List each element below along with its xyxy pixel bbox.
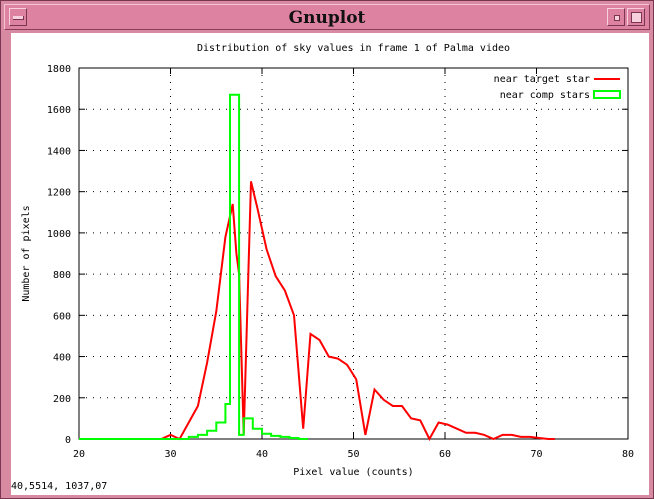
gnuplot-window: Gnuplot 20 30 40 50 60 70 80 0 200 400 600 800 1000 1… — [0, 0, 654, 499]
legend-swatch — [593, 90, 621, 99]
chart-title: Distribution of sky values in frame 1 of… — [197, 43, 510, 54]
x-tick-label: 40 — [256, 449, 268, 460]
y-tick-label: 400 — [53, 353, 71, 364]
y-axis-label: Number of pixels — [21, 205, 32, 301]
y-tick-label: 800 — [53, 270, 71, 281]
minimize-icon[interactable] — [607, 8, 625, 26]
y-tick-label: 200 — [53, 394, 71, 405]
x-tick-label: 30 — [164, 449, 176, 460]
y-tick-label: 0 — [65, 435, 71, 446]
x-tick-label: 20 — [73, 449, 85, 460]
coordinate-readout: 40,5514, 1037,07 — [11, 481, 108, 492]
chart-svg: 20 30 40 50 60 70 8002004006008001000120014001… — [21, 43, 634, 478]
y-tick-label: 1800 — [47, 64, 71, 75]
window-title: Gnuplot — [288, 8, 366, 28]
y-tick-label: 1000 — [47, 229, 71, 240]
maximize-icon[interactable] — [627, 8, 645, 26]
x-tick-label: 50 — [347, 449, 359, 460]
x-tick-label: 70 — [530, 449, 542, 460]
legend-label: near target star — [494, 74, 590, 85]
y-tick-label: 1200 — [47, 188, 71, 199]
x-tick-label: 60 — [439, 449, 451, 460]
series-line-0 — [79, 181, 555, 442]
plot-area[interactable]: 20 30 40 50 60 70 80 0 200 400 600 800 1000 1200 1400 1… — [11, 33, 649, 495]
y-tick-label: 600 — [53, 311, 71, 322]
x-tick-label: 80 — [622, 449, 634, 460]
y-tick-label: 1600 — [47, 105, 71, 116]
y-tick-label: 1400 — [47, 146, 71, 157]
x-axis-label: Pixel value (counts) — [293, 467, 413, 478]
title-bar[interactable]: Gnuplot — [4, 4, 650, 30]
legend-label: near comp stars — [500, 90, 590, 101]
